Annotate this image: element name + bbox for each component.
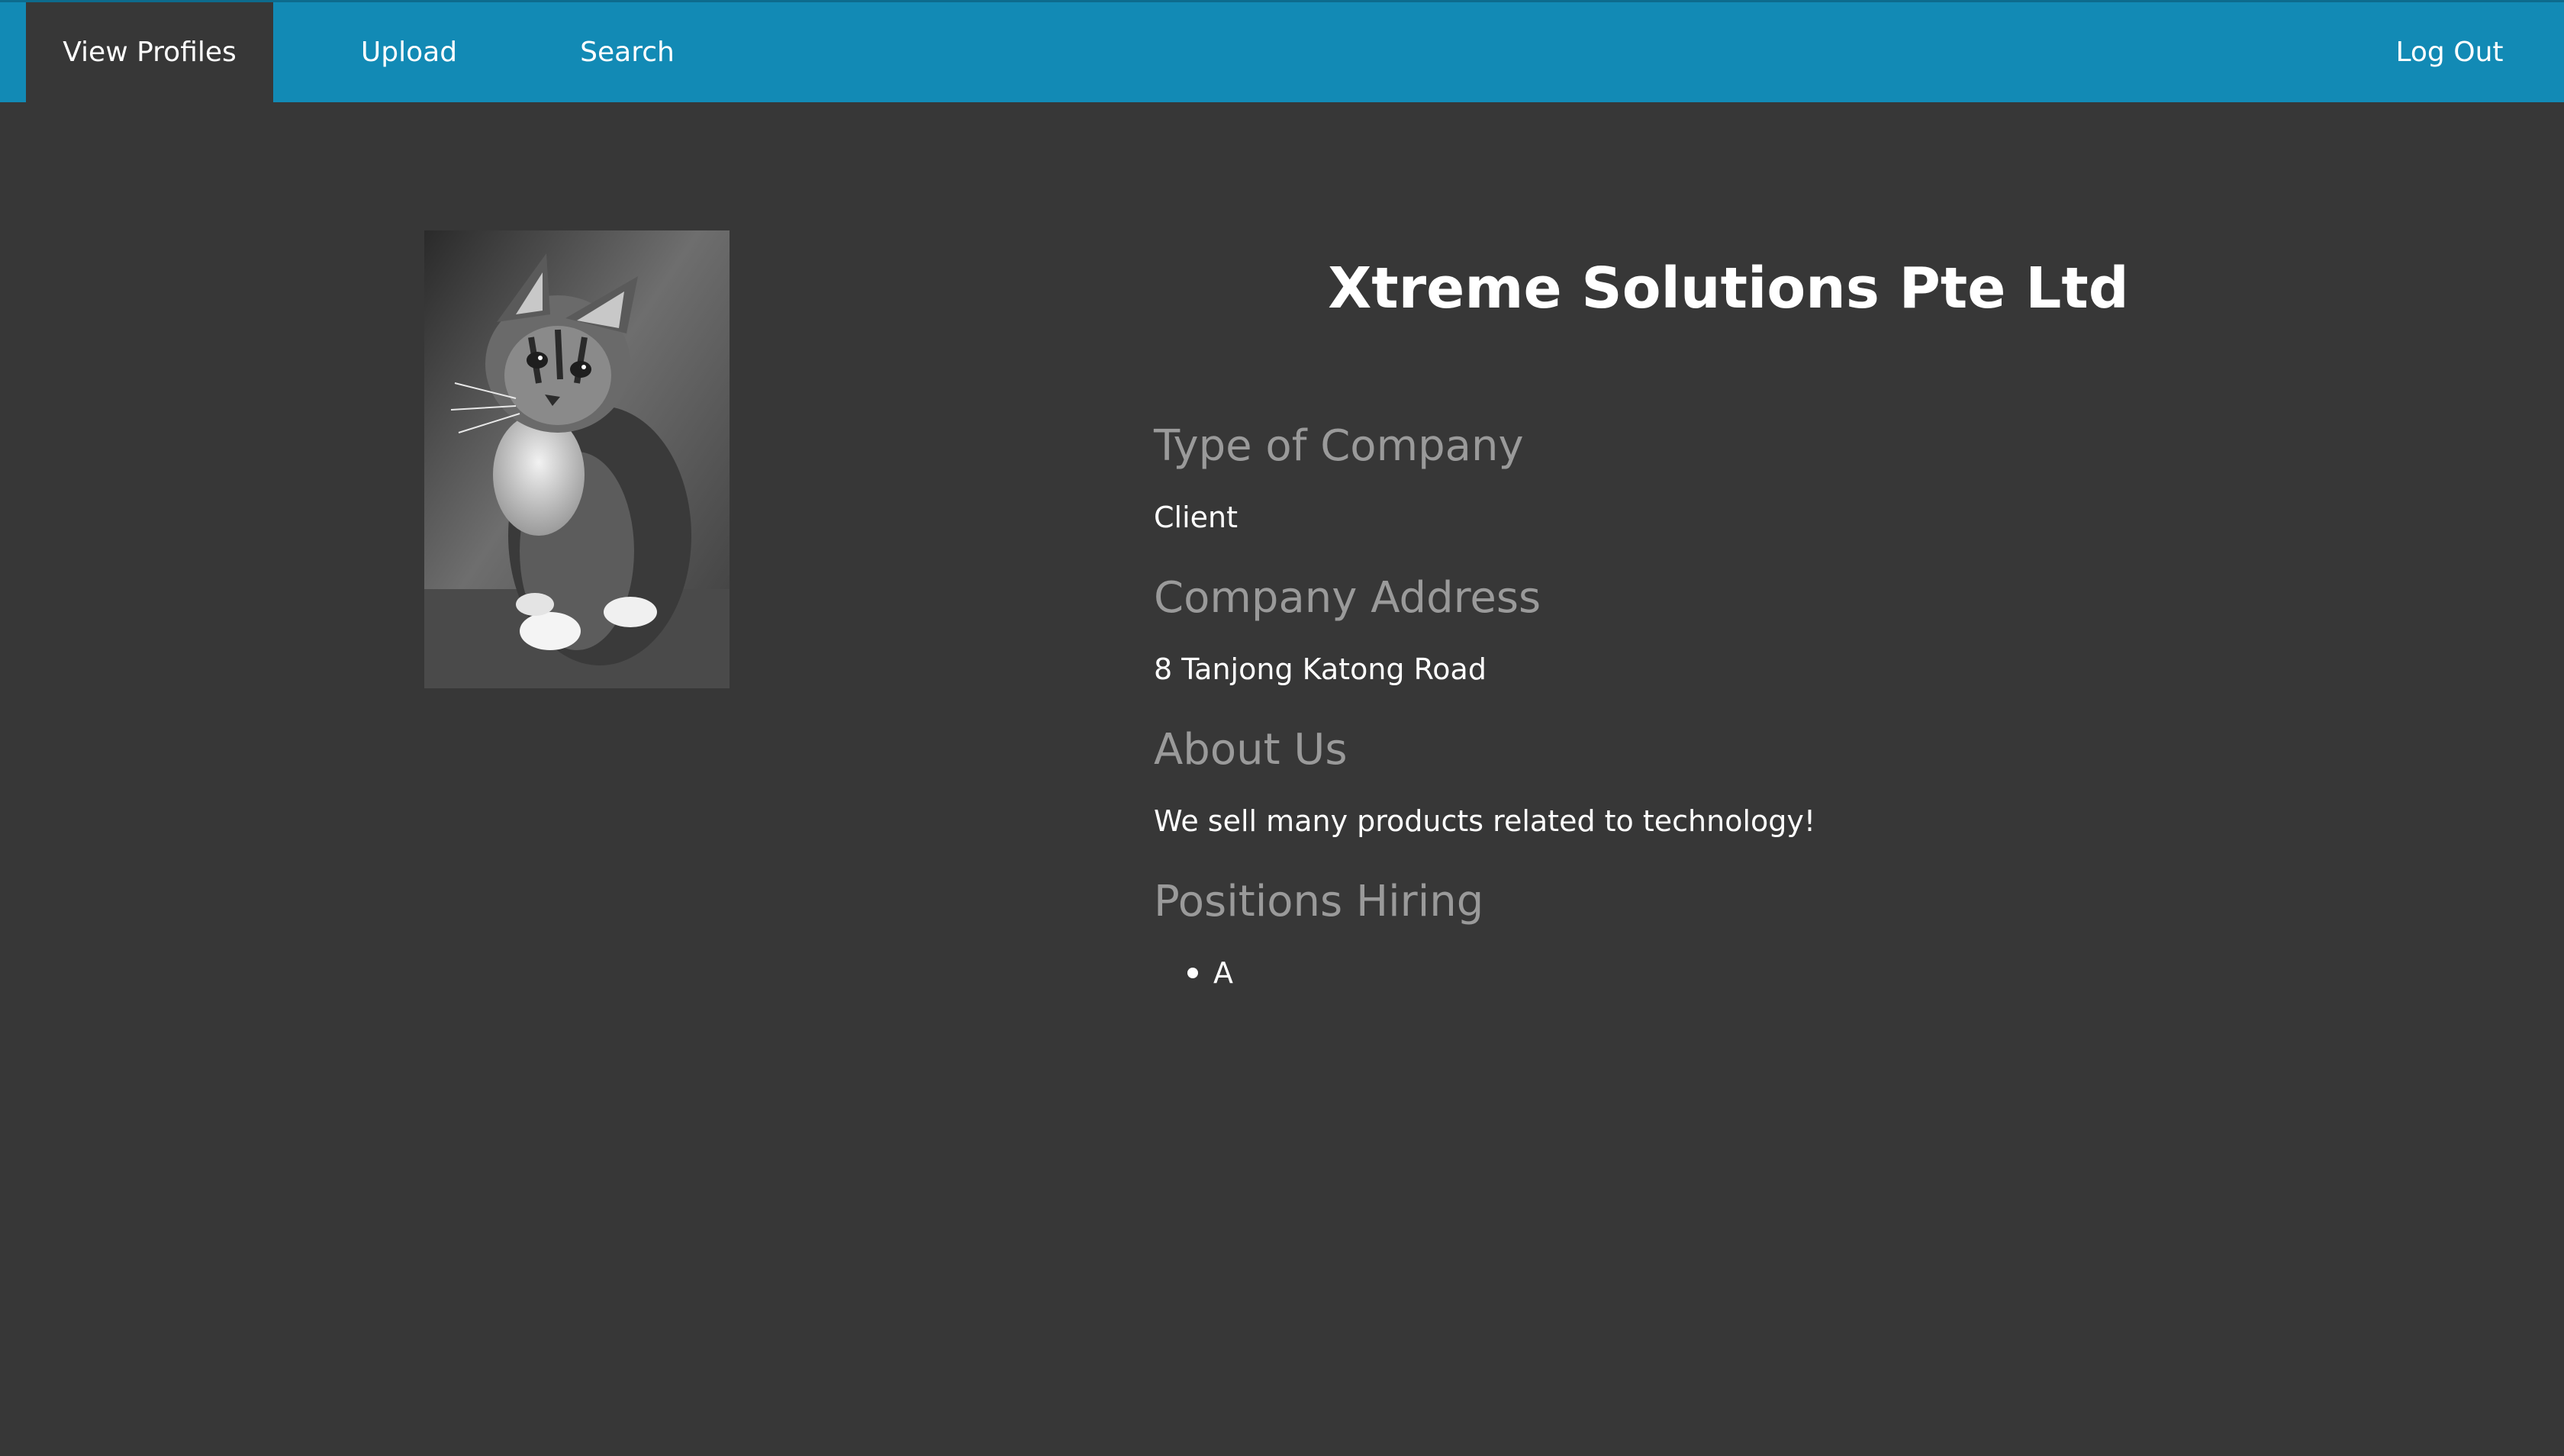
top-nav-bar: View Profiles Upload Search Log Out (0, 0, 2564, 102)
profile-photo (424, 230, 730, 688)
about-us-heading: About Us (1154, 725, 1348, 775)
position-label: A (1213, 956, 1233, 990)
company-details: Type of Company Client Company Address 8… (1154, 412, 2451, 996)
type-of-company-heading: Type of Company (1154, 421, 1524, 471)
nav-search[interactable]: Search (551, 2, 704, 102)
type-of-company-value: Client (1154, 501, 1239, 534)
positions-list: A (1154, 950, 2451, 996)
position-item: A (1187, 950, 2451, 996)
nav-log-out[interactable]: Log Out (2358, 2, 2541, 102)
company-address-heading: Company Address (1154, 573, 1541, 623)
positions-hiring-heading: Positions Hiring (1154, 877, 1484, 926)
nav-view-profiles[interactable]: View Profiles (26, 2, 273, 102)
kitten-photo-icon (424, 230, 730, 688)
nav-upload[interactable]: Upload (328, 2, 490, 102)
company-name-title: Xtreme Solutions Pte Ltd (1328, 256, 2129, 321)
about-us-value: We sell many products related to technol… (1154, 804, 1816, 838)
bullet-icon (1187, 968, 1198, 978)
company-address-value: 8 Tanjong Katong Road (1154, 652, 1487, 686)
